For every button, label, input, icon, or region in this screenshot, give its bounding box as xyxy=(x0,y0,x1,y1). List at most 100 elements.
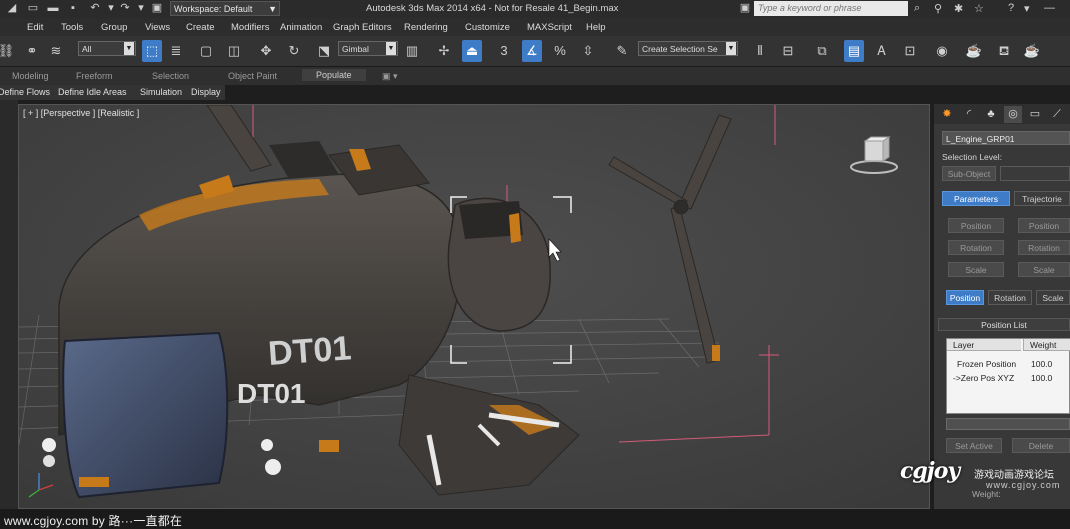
scale-controller-button[interactable]: Scale xyxy=(1036,290,1070,305)
column-header-layer[interactable]: Layer xyxy=(947,339,1021,351)
tab-modeling[interactable]: Modeling xyxy=(12,71,49,81)
menu-maxscript[interactable]: MAXScript xyxy=(527,22,572,33)
left-scale-button[interactable]: Scale xyxy=(948,262,1004,277)
list-scrollbar[interactable] xyxy=(946,418,1070,430)
schematic-view-icon[interactable]: ⊡ xyxy=(900,40,920,62)
material-editor-icon[interactable]: ◉ xyxy=(932,40,952,62)
search-input[interactable]: Type a keyword or phrase xyxy=(754,1,908,16)
tab-freeform[interactable]: Freeform xyxy=(76,71,113,81)
tab-selection[interactable]: Selection xyxy=(152,71,189,81)
position-list-table[interactable]: Layer Weight Frozen Position 100.0 ->Zer… xyxy=(946,338,1070,414)
subtab-simulation[interactable]: Simulation xyxy=(140,87,182,97)
render-production-icon[interactable]: ☕ xyxy=(1022,40,1042,62)
workspace-dropdown[interactable]: Workspace: Default ▼ xyxy=(170,1,280,16)
subtab-define-flows[interactable]: Define Flows xyxy=(0,87,50,97)
minimize-icon[interactable]: — xyxy=(1044,2,1055,14)
hierarchy-tab-icon[interactable]: ♣ xyxy=(982,106,1000,123)
list-item-layer[interactable]: ->Zero Pos XYZ xyxy=(953,373,1014,383)
redo-icon[interactable]: ↷ xyxy=(118,2,132,15)
menu-graph-editors[interactable]: Graph Editors xyxy=(333,22,392,33)
snaps-toggle-icon[interactable]: 3 xyxy=(494,40,514,62)
menu-edit[interactable]: Edit xyxy=(27,22,43,33)
selection-filter-dropdown[interactable]: All ▼ xyxy=(78,41,136,56)
tab-populate[interactable]: Populate xyxy=(302,69,366,81)
rendered-frame-window-icon[interactable]: ⛾ xyxy=(994,40,1014,62)
communication-icon[interactable]: ✱ xyxy=(954,2,963,15)
left-position-button[interactable]: Position xyxy=(948,218,1004,233)
reference-coordinate-dropdown[interactable]: Gimbal ▼ xyxy=(338,41,398,56)
redo-dropdown-icon[interactable]: ▾ xyxy=(134,2,148,15)
menu-group[interactable]: Group xyxy=(101,22,127,33)
right-position-button[interactable]: Position xyxy=(1018,218,1070,233)
spinner-snap-icon[interactable]: ⇳ xyxy=(578,40,598,62)
window-crossing-icon[interactable]: ◫ xyxy=(224,40,244,62)
list-item-layer[interactable]: Frozen Position xyxy=(957,359,1016,369)
right-scale-button[interactable]: Scale xyxy=(1018,262,1070,277)
column-header-weight[interactable]: Weight xyxy=(1023,339,1070,351)
link-icon[interactable]: ⛓ xyxy=(0,40,16,62)
motion-tab-icon[interactable]: ◎ xyxy=(1004,106,1022,123)
sub-object-button[interactable]: Sub-Object xyxy=(942,166,996,181)
menu-create[interactable]: Create xyxy=(186,22,215,33)
help-dropdown-icon[interactable]: ▾ xyxy=(1024,2,1030,15)
perspective-viewport[interactable]: [ + ] [Perspective ] [Realistic ] DT01 D… xyxy=(18,104,930,509)
ribbon-options-icon[interactable]: ▣ ▾ xyxy=(382,71,398,82)
menu-modifiers[interactable]: Modifiers xyxy=(231,22,270,33)
select-object-icon[interactable]: ⬚ xyxy=(142,40,162,62)
curve-editor-icon[interactable]: Ꭺ xyxy=(872,40,892,62)
create-tab-icon[interactable]: ✸ xyxy=(938,106,956,123)
bind-space-warp-icon[interactable]: ≋ xyxy=(46,40,66,62)
position-list-rollout[interactable]: Position List xyxy=(938,318,1070,331)
app-menu-icon[interactable]: ◢ xyxy=(5,2,19,15)
sub-object-field[interactable] xyxy=(1000,166,1070,181)
viewcube-icon[interactable] xyxy=(849,135,899,177)
modify-tab-icon[interactable]: ◜ xyxy=(960,106,978,123)
subtab-define-idle-areas[interactable]: Define Idle Areas xyxy=(58,87,127,97)
info-center-icon[interactable]: ▣ xyxy=(738,2,752,15)
undo-dropdown-icon[interactable]: ▾ xyxy=(104,2,118,15)
rotation-controller-button[interactable]: Rotation xyxy=(988,290,1032,305)
save-file-icon[interactable]: ▪ xyxy=(66,2,80,15)
select-manipulate-icon[interactable]: ✢ xyxy=(434,40,454,62)
subscription-icon[interactable]: ⚲ xyxy=(934,2,942,15)
menu-help[interactable]: Help xyxy=(586,22,606,33)
unlink-icon[interactable]: ⚭ xyxy=(22,40,42,62)
layer-manager-icon[interactable]: ⧉ xyxy=(812,40,832,62)
parameters-button[interactable]: Parameters xyxy=(942,191,1010,206)
rotate-icon[interactable]: ↻ xyxy=(284,40,304,62)
pivot-center-icon[interactable]: ▥ xyxy=(402,40,422,62)
menu-views[interactable]: Views xyxy=(145,22,170,33)
named-selection-set-dropdown[interactable]: Create Selection Se ▼ xyxy=(638,41,738,56)
percent-snap-icon[interactable]: % xyxy=(550,40,570,62)
rectangular-selection-icon[interactable]: ▢ xyxy=(196,40,216,62)
angle-snap-icon[interactable]: ∡ xyxy=(522,40,542,62)
trajectories-button[interactable]: Trajectorie xyxy=(1014,191,1070,206)
tab-object-paint[interactable]: Object Paint xyxy=(228,71,277,81)
display-tab-icon[interactable]: ▭ xyxy=(1026,106,1044,123)
set-active-button[interactable]: Set Active xyxy=(946,438,1002,453)
mirror-icon[interactable]: ⫴ xyxy=(750,40,770,62)
menu-customize[interactable]: Customize xyxy=(465,22,510,33)
left-rotation-button[interactable]: Rotation xyxy=(948,240,1004,255)
viewport-label[interactable]: [ + ] [Perspective ] [Realistic ] xyxy=(23,108,139,118)
binoculars-icon[interactable]: ⌕ xyxy=(914,2,920,15)
edit-named-selection-icon[interactable]: ✎ xyxy=(612,40,632,62)
new-file-icon[interactable]: ▭ xyxy=(26,2,40,15)
object-name-field[interactable]: L_Engine_GRP01 xyxy=(942,131,1070,145)
render-setup-icon[interactable]: ☕ xyxy=(964,40,984,62)
menu-animation[interactable]: Animation xyxy=(280,22,322,33)
delete-button[interactable]: Delete xyxy=(1012,438,1070,453)
favorites-icon[interactable]: ☆ xyxy=(974,2,984,15)
move-icon[interactable]: ✥ xyxy=(256,40,276,62)
project-folder-icon[interactable]: ▣ xyxy=(150,2,164,15)
undo-icon[interactable]: ↶ xyxy=(88,2,102,15)
open-file-icon[interactable]: ▬ xyxy=(46,2,60,15)
menu-rendering[interactable]: Rendering xyxy=(404,22,448,33)
select-by-name-icon[interactable]: ≣ xyxy=(166,40,186,62)
keyboard-shortcut-override-icon[interactable]: ⏏ xyxy=(462,40,482,62)
position-controller-button[interactable]: Position xyxy=(946,290,984,305)
menu-tools[interactable]: Tools xyxy=(61,22,83,33)
subtab-display[interactable]: Display xyxy=(191,87,221,97)
utilities-tab-icon[interactable]: ⟋ xyxy=(1048,106,1066,123)
help-icon[interactable]: ? xyxy=(1008,2,1014,14)
